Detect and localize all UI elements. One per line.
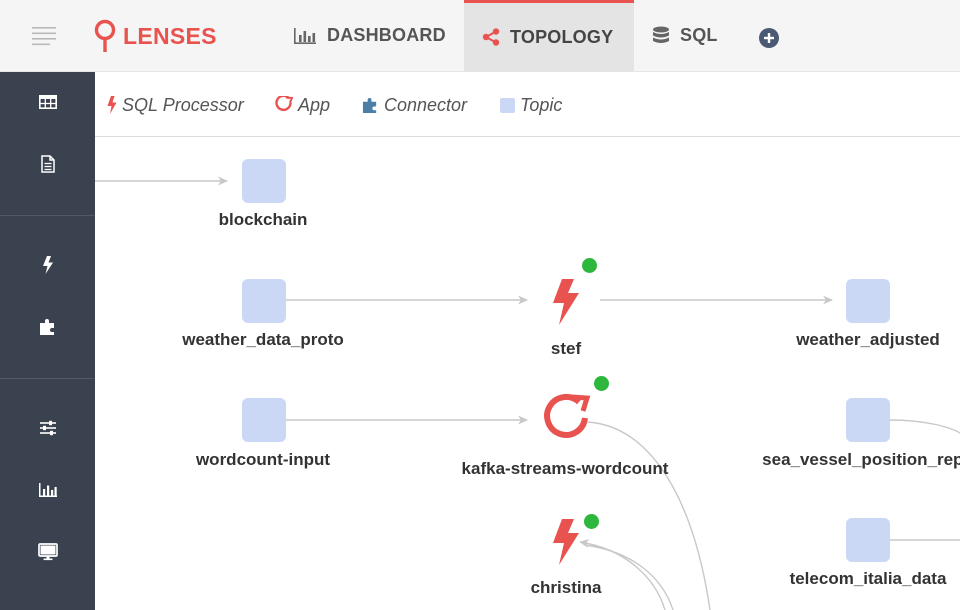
sidebar-item-connectors[interactable] [0, 301, 95, 353]
topic-icon [242, 398, 286, 442]
tab-sql-label: SQL [680, 25, 718, 45]
sidebar-item-documents[interactable] [0, 138, 95, 190]
bolt-icon [107, 96, 117, 114]
bolt-icon [553, 519, 579, 565]
legend-app[interactable]: App [275, 94, 330, 116]
node-label: wordcount-input [195, 450, 331, 469]
bar-chart-icon [294, 27, 316, 44]
sidebar-divider [0, 378, 95, 379]
topic-icon [242, 159, 286, 203]
legend-label: Topic [520, 94, 563, 115]
node-label: weather_adjusted [796, 330, 940, 349]
bolt-icon [553, 279, 579, 325]
database-icon [653, 26, 669, 43]
table-icon [38, 95, 57, 109]
processor-node-christina[interactable] [545, 515, 585, 569]
menu-toggle-button[interactable] [20, 20, 70, 52]
node-label: stef [550, 339, 582, 358]
tab-sql[interactable]: SQL [640, 0, 740, 71]
status-indicator [584, 514, 599, 529]
tab-dashboard-label: DASHBOARD [327, 25, 446, 45]
node-label: blockchain [218, 210, 308, 229]
topic-icon [846, 398, 890, 442]
topology-legend: SQL Processor App Connector Topic [95, 72, 960, 137]
topic-node-wordcount-input[interactable] [240, 396, 290, 446]
sidebar-item-processors[interactable] [0, 239, 95, 291]
node-label: christina [530, 578, 602, 597]
top-header: LENSES DASHBOARD TOPOLOGY SQL [0, 0, 960, 72]
topic-node-blockchain[interactable] [240, 157, 290, 207]
left-sidebar [0, 72, 95, 610]
document-icon [40, 155, 55, 173]
node-label: kafka-streams-wordcount [461, 459, 669, 478]
puzzle-icon [39, 319, 54, 335]
node-label: sea_vessel_position_repo [762, 450, 960, 469]
brand-logo[interactable]: LENSES [93, 18, 217, 54]
legend-sql-processor[interactable]: SQL Processor [107, 94, 244, 116]
sidebar-item-settings[interactable] [0, 402, 95, 454]
topology-canvas[interactable]: blockchain weather_data_proto stef weath… [95, 137, 960, 610]
legend-connector[interactable]: Connector [362, 94, 467, 116]
app-icon [544, 393, 591, 438]
sidebar-item-monitor[interactable] [0, 526, 95, 578]
legend-topic[interactable]: Topic [500, 94, 562, 116]
app-icon [275, 96, 293, 112]
share-icon [482, 28, 500, 46]
sliders-icon [39, 420, 56, 436]
status-indicator [582, 258, 597, 273]
plus-circle-icon [759, 28, 779, 48]
status-indicator [594, 376, 609, 391]
edge [587, 421, 711, 610]
topic-icon [846, 518, 890, 562]
sidebar-item-tables[interactable] [0, 76, 95, 128]
add-tab-button[interactable] [758, 27, 780, 49]
processor-node-stef[interactable] [545, 275, 585, 329]
puzzle-icon [362, 97, 377, 113]
square-icon [500, 97, 515, 113]
topic-icon [846, 279, 890, 323]
topic-node-telecom-italia-data[interactable] [844, 516, 894, 566]
sidebar-item-metrics[interactable] [0, 464, 95, 516]
topology-edges [95, 176, 960, 610]
node-label: telecom_italia_data [789, 569, 947, 588]
sidebar-divider [0, 215, 95, 216]
brand-name: LENSES [123, 22, 217, 49]
bolt-icon [42, 256, 53, 274]
tab-topology[interactable]: TOPOLOGY [464, 0, 634, 71]
topic-node-sea-vessel-position[interactable] [844, 396, 894, 446]
bar-chart-icon [38, 483, 57, 497]
legend-label: App [298, 94, 331, 115]
legend-label: SQL Processor [122, 94, 244, 115]
topic-node-weather-adjusted[interactable] [844, 277, 894, 327]
node-label: weather_data_proto [182, 330, 344, 349]
tab-dashboard[interactable]: DASHBOARD [283, 0, 453, 71]
app-node-kafka-streams-wordcount[interactable] [539, 393, 591, 447]
monitor-icon [37, 543, 58, 561]
legend-label: Connector [384, 94, 468, 115]
tab-topology-label: TOPOLOGY [510, 26, 614, 47]
lens-logo-icon [94, 19, 116, 52]
hamburger-icon [32, 27, 56, 46]
topic-icon [242, 279, 286, 323]
edge [889, 419, 960, 434]
topic-node-weather-data-proto[interactable] [240, 277, 290, 327]
